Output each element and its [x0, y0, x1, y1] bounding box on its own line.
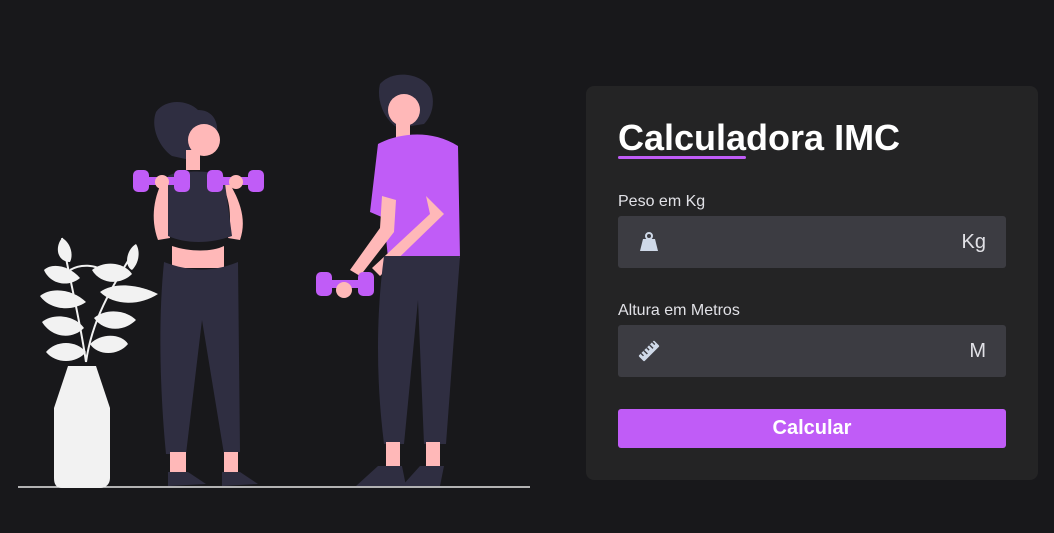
- page: Calculadora IMC Peso em Kg Kg Altura em …: [0, 0, 1054, 533]
- vase-icon: [54, 366, 110, 488]
- ruler-icon: [638, 340, 660, 362]
- bmi-card: Calculadora IMC Peso em Kg Kg Altura em …: [586, 86, 1038, 480]
- plant-icon: [40, 237, 158, 363]
- height-input[interactable]: [674, 325, 944, 377]
- man-icon: [316, 74, 460, 486]
- weight-label: Peso em Kg: [618, 193, 706, 210]
- height-unit: M: [969, 340, 986, 362]
- height-field[interactable]: M: [618, 325, 1006, 377]
- weight-unit: Kg: [961, 231, 986, 253]
- weight-field[interactable]: Kg: [618, 216, 1006, 268]
- height-label: Altura em Metros: [618, 302, 740, 319]
- calculate-button[interactable]: Calcular: [618, 409, 1006, 448]
- fitness-illustration: [18, 74, 530, 488]
- weight-input[interactable]: [674, 216, 944, 268]
- weight-icon: [640, 232, 658, 251]
- title-underline: [618, 156, 746, 159]
- page-title: Calculadora IMC: [618, 117, 901, 158]
